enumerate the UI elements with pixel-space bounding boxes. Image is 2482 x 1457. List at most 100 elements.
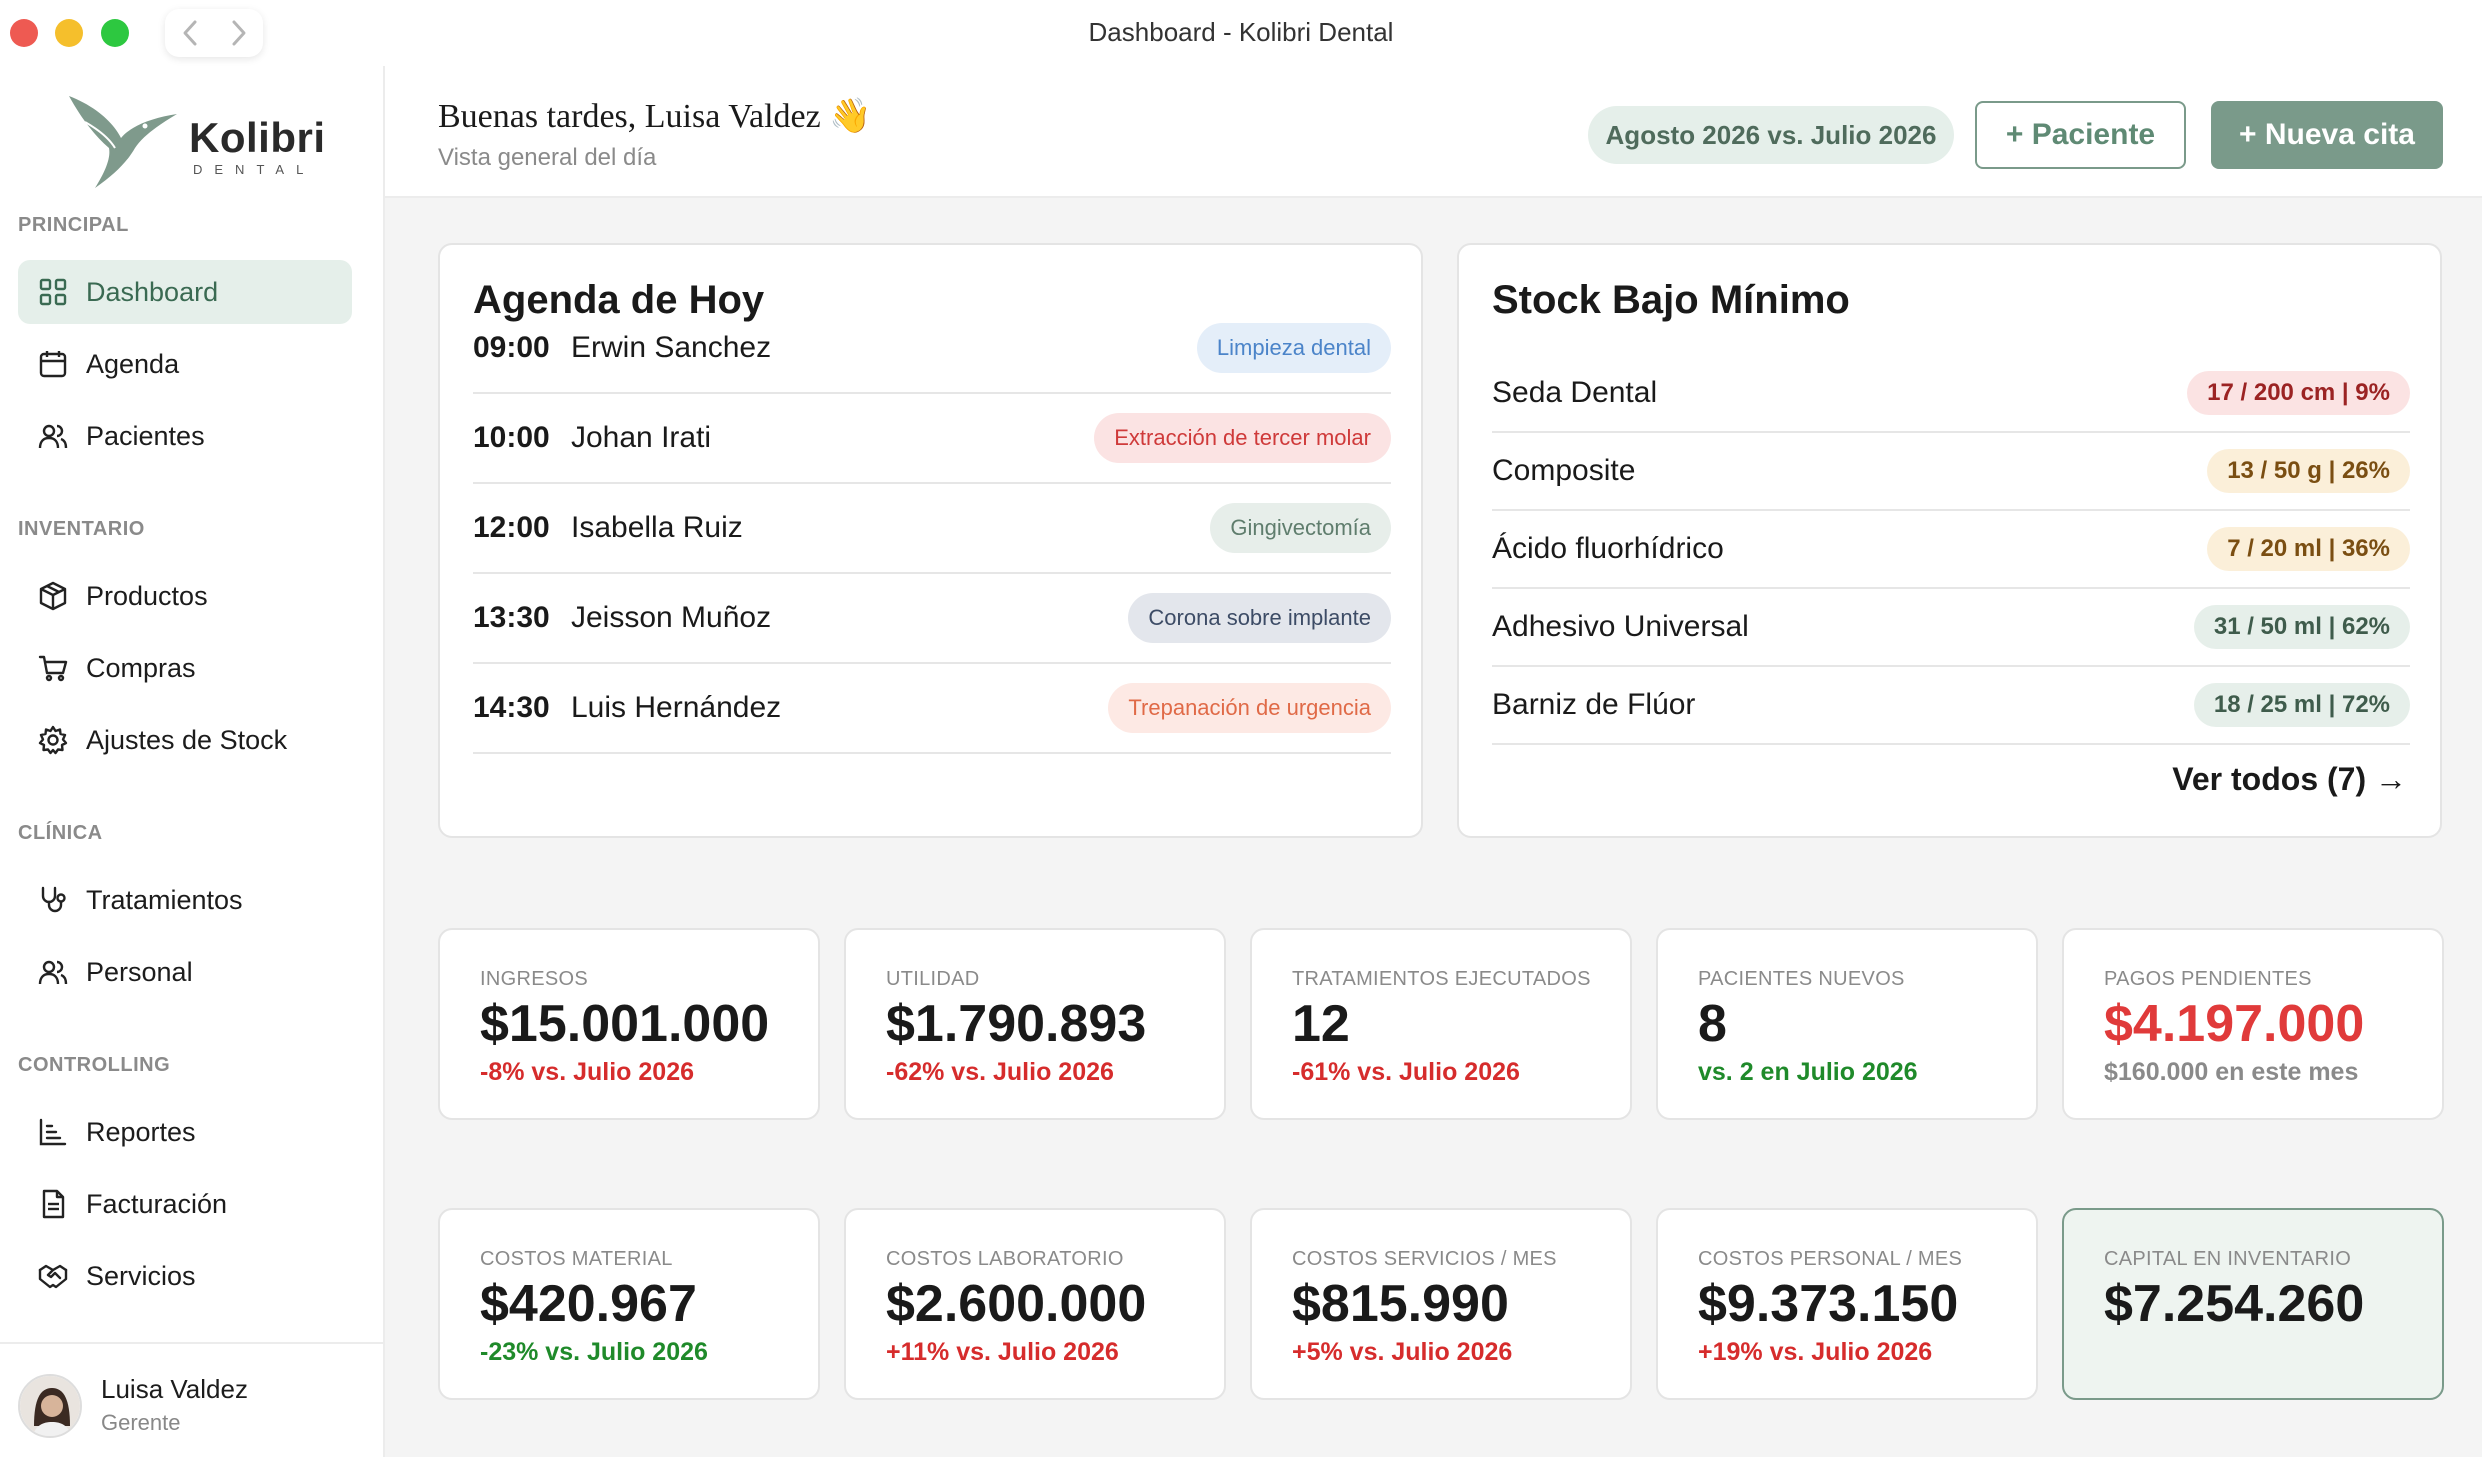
kpi-card[interactable]: PAGOS PENDIENTES $4.197.000 $160.000 en es… [2062,928,2444,1120]
product-name: Barniz de Flúor [1492,688,1696,721]
kpi-value: 12 [1292,995,1350,1053]
agenda-row[interactable]: 10:00 Johan Irati Extracción de tercer mol… [473,394,1391,484]
kpi-card[interactable]: PACIENTES NUEVOS 8 vs. 2 en Julio 2026 [1656,928,2038,1120]
sidebar-item-label: Servicios [86,1260,196,1291]
period-comparison-badge[interactable]: Agosto 2026 vs. Julio 2026 [1588,106,1954,164]
sidebar-item-ajustes-stock[interactable]: Ajustes de Stock [18,708,352,772]
kpi-label: CAPITAL EN INVENTARIO [2104,1248,2352,1270]
agenda-row[interactable]: 12:00 Isabella Ruiz Gingivectomía [473,484,1391,574]
kpi-delta: +5% vs. Julio 2026 [1292,1338,1513,1366]
sidebar-item-productos[interactable]: Productos [18,564,352,628]
agenda-card: Agenda de Hoy 09:00 Erwin Sanchez Limpieza… [438,243,1423,838]
grid-icon [36,275,70,309]
agenda-row[interactable]: 09:00 Erwin Sanchez Limpieza dental [473,304,1391,394]
brand-logo[interactable]: Kolibri DENTAL [65,92,325,202]
stethoscope-icon [36,883,70,917]
cart-icon [36,651,70,685]
sidebar-item-compras[interactable]: Compras [18,636,352,700]
kpi-delta: -61% vs. Julio 2026 [1292,1058,1520,1086]
brand-name: Kolibri [189,114,326,161]
greeting-text: Buenas tardes, Luisa Valdez [438,98,821,135]
patient-name: Johan Irati [571,421,712,454]
window-titlebar: Dashboard - Kolibri Dental [0,0,2482,66]
sidebar-item-label: Personal [86,956,193,987]
kpi-delta: +19% vs. Julio 2026 [1698,1338,1933,1366]
sidebar-item-label: Pacientes [86,420,205,451]
kpi-card[interactable]: UTILIDAD $1.790.893 -62% vs. Julio 2026 [844,928,1226,1120]
hummingbird-icon [69,96,177,188]
product-name: Ácido fluorhídrico [1492,532,1724,565]
kpi-label: COSTOS MATERIAL [480,1248,673,1270]
kpi-label: INGRESOS [480,968,588,990]
kpi-value: $1.790.893 [886,995,1147,1053]
sidebar-item-pacientes[interactable]: Pacientes [18,404,352,468]
stock-row[interactable]: Ácido fluorhídrico 7 / 20 ml | 36% [1492,511,2410,589]
avatar[interactable] [18,1374,82,1438]
users-icon [36,419,70,453]
appointment-time: 13:30 [473,601,550,634]
treatment-badge: Corona sobre implante [1128,593,1391,643]
stock-row[interactable]: Adhesivo Universal 31 / 50 ml | 62% [1492,589,2410,667]
sidebar-item-servicios[interactable]: Servicios [18,1244,352,1308]
agenda-row[interactable]: 14:30 Luis Hernández Trepanación de urgenc… [473,664,1391,754]
sidebar-item-label: Facturación [86,1188,228,1219]
sidebar-item-reportes[interactable]: Reportes [18,1100,352,1164]
stock-row[interactable]: Seda Dental 17 / 200 cm | 9% [1492,355,2410,433]
greeting-title: Buenas tardes, Luisa Valdez 👋 [438,96,872,136]
appointment-time: 12:00 [473,511,550,544]
section-label-inventario: INVENTARIO [18,518,145,540]
users-icon [36,955,70,989]
sidebar-item-tratamientos[interactable]: Tratamientos [18,868,352,932]
section-label-clinica: CLÍNICA [18,822,103,844]
agenda-row[interactable]: 13:30 Jeisson Muñoz Corona sobre implante [473,574,1391,664]
stock-level-badge: 17 / 200 cm | 9% [2187,371,2410,415]
document-icon [36,1187,70,1221]
product-name: Composite [1492,454,1636,487]
gear-icon [36,723,70,757]
sidebar-item-dashboard[interactable]: Dashboard [18,260,352,324]
patient-name: Erwin Sanchez [571,331,772,364]
kpi-value: $815.990 [1292,1275,1509,1333]
stock-level-badge: 13 / 50 g | 26% [2207,449,2410,493]
stock-title: Stock Bajo Mínimo [1492,278,1850,322]
kpi-card[interactable]: COSTOS SERVICIOS / MES $815.990 +5% vs. Ju… [1250,1208,1632,1400]
stock-card: Stock Bajo Mínimo Seda Dental 17 / 200 cm… [1457,243,2442,838]
kpi-label: COSTOS SERVICIOS / MES [1292,1248,1557,1270]
see-all-stock-link[interactable]: Ver todos (7) → [2172,761,2407,798]
box-icon [36,579,70,613]
stock-row[interactable]: Composite 13 / 50 g | 26% [1492,433,2410,511]
kpi-delta: $160.000 en este mes [2104,1058,2359,1086]
add-patient-button[interactable]: + Paciente [1975,101,2186,169]
new-appointment-button[interactable]: + Nueva cita [2211,101,2443,169]
kpi-delta: -62% vs. Julio 2026 [886,1058,1114,1086]
section-label-controlling: CONTROLLING [18,1054,171,1076]
kpi-value: $9.373.150 [1698,1275,1959,1333]
stock-row[interactable]: Barniz de Flúor 18 / 25 ml | 72% [1492,667,2410,745]
treatment-badge: Limpieza dental [1196,323,1391,373]
kpi-value: $2.600.000 [886,1275,1147,1333]
kpi-value: 8 [1698,995,1727,1053]
product-name: Adhesivo Universal [1492,610,1749,643]
kpi-card[interactable]: CAPITAL EN INVENTARIO $7.254.260 [2062,1208,2444,1400]
appointment-time: 14:30 [473,691,550,724]
kpi-label: PAGOS PENDIENTES [2104,968,2312,990]
handshake-icon [36,1259,70,1293]
kpi-card[interactable]: COSTOS LABORATORIO $2.600.000 +11% vs. Jul… [844,1208,1226,1400]
sidebar-item-personal[interactable]: Personal [18,940,352,1004]
sidebar-item-agenda[interactable]: Agenda [18,332,352,396]
sidebar: Kolibri DENTAL PRINCIPAL Dashboard Agend… [0,66,385,1457]
kpi-delta: -23% vs. Julio 2026 [480,1338,708,1366]
kpi-delta: vs. 2 en Julio 2026 [1698,1058,1918,1086]
kpi-card[interactable]: COSTOS PERSONAL / MES $9.373.150 +19% vs. … [1656,1208,2038,1400]
kpi-card[interactable]: TRATAMIENTOS EJECUTADOS 12 -61% vs. Julio … [1250,928,1632,1120]
kpi-delta: -8% vs. Julio 2026 [480,1058,695,1086]
kpi-card[interactable]: INGRESOS $15.001.000 -8% vs. Julio 2026 [438,928,820,1120]
bar-chart-icon [36,1115,70,1149]
sidebar-item-facturacion[interactable]: Facturación [18,1172,352,1236]
kpi-card[interactable]: COSTOS MATERIAL $420.967 -23% vs. Julio 20… [438,1208,820,1400]
sidebar-item-label: Agenda [86,348,180,379]
kpi-value: $15.001.000 [480,995,770,1053]
user-profile[interactable]: Luisa Valdez Gerente [0,1342,383,1457]
stock-level-badge: 18 / 25 ml | 72% [2193,683,2410,727]
sidebar-item-label: Reportes [86,1116,196,1147]
